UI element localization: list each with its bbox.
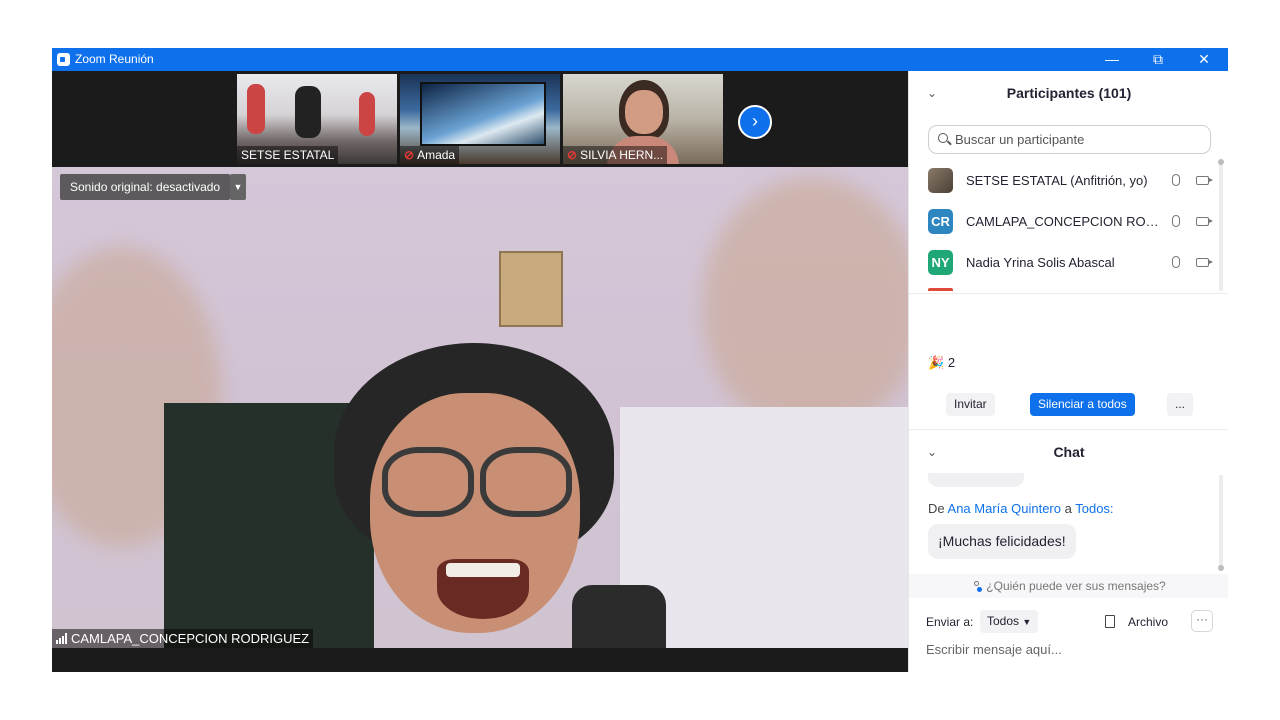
- close-button[interactable]: ✕: [1181, 48, 1227, 71]
- participants-header: ⌄ Participantes (101): [909, 73, 1228, 113]
- thumbnail-video[interactable]: ⊘ Amada: [400, 74, 560, 164]
- person-figure: [359, 92, 375, 136]
- video-camera-icon[interactable]: [1196, 216, 1213, 226]
- thumbnail-video[interactable]: ⊘ SILVIA HERN...: [563, 74, 723, 164]
- face-shape: [625, 90, 663, 134]
- chat-message-input[interactable]: Escribir mensaje aquí...: [926, 642, 1062, 657]
- close-icon: ✕: [1198, 51, 1210, 67]
- chat-more-button[interactable]: ···: [1191, 610, 1213, 632]
- avatar: [928, 288, 953, 291]
- thumbnail-strip: SETSE ESTATAL ⊘ Amada ⊘ SILVIA HERN... ›: [52, 71, 908, 167]
- chair: [572, 585, 666, 648]
- video-area: SETSE ESTATAL ⊘Amada ⊘SILVIA HERN... ›: [52, 71, 908, 672]
- sender-name[interactable]: Ana María Quintero: [948, 501, 1061, 516]
- chevron-down-icon[interactable]: ⌄: [927, 432, 937, 472]
- person-info-icon: [972, 581, 983, 592]
- previous-message-bubble: [928, 473, 1024, 487]
- thumbnail-name: ⊘ SILVIA HERN...: [563, 146, 668, 164]
- main-video: Sonido original: desactivado ▼ CAMLAPA_C…: [52, 167, 908, 648]
- window-title: Zoom Reunión: [75, 52, 154, 66]
- message-sender-line: De Ana María Quintero a Todos:: [928, 501, 1114, 516]
- file-button[interactable]: Archivo: [1128, 615, 1168, 629]
- mic-muted-icon: ⊘: [404, 148, 415, 162]
- video-camera-icon[interactable]: [1196, 257, 1213, 267]
- divider: [909, 293, 1228, 294]
- speaker-name-bar: CAMLAPA_CONCEPCION RODRIGUEZ: [52, 629, 314, 648]
- chat-header: ⌄ Chat: [909, 432, 1228, 472]
- search-icon: [938, 133, 948, 143]
- chat-title: Chat: [1053, 444, 1085, 460]
- participant-row[interactable]: NY Nadia Yrina Solis Abascal: [928, 247, 1218, 277]
- restore-icon: ⧉: [1153, 51, 1163, 67]
- divider: [909, 429, 1228, 430]
- participant-search-input[interactable]: Buscar un participante: [928, 125, 1211, 154]
- tv-screen: [420, 82, 546, 146]
- person-figure: [295, 86, 321, 138]
- participants-scrollbar[interactable]: [1218, 159, 1224, 291]
- avatar: NY: [928, 249, 953, 275]
- thumbnail-name: SETSE ESTATAL: [237, 146, 339, 164]
- avatar: CR: [928, 208, 953, 234]
- zoom-window: Zoom Reunión — ⧉ ✕ SETSE ESTATAL ⊘Amada: [52, 48, 1228, 672]
- participant-row[interactable]: CR CAMLAPA_CONCEPCION RODRI...: [928, 206, 1218, 236]
- microphone-icon[interactable]: [1172, 256, 1180, 268]
- zoom-app-icon: [57, 53, 70, 66]
- blurred-hand: [702, 177, 908, 437]
- title-bar: Zoom Reunión — ⧉ ✕: [52, 48, 1228, 71]
- send-to-label: Enviar a:: [926, 615, 974, 629]
- speaker-name: CAMLAPA_CONCEPCION RODRIGUEZ: [71, 631, 310, 646]
- avatar: [928, 167, 953, 193]
- microphone-icon[interactable]: [1172, 215, 1180, 227]
- glasses-right: [480, 447, 572, 517]
- original-sound-button[interactable]: Sonido original: desactivado: [60, 174, 231, 200]
- participants-title: Participantes (101): [1006, 85, 1132, 101]
- send-to-dropdown[interactable]: Todos ▼: [980, 610, 1039, 633]
- minimize-icon: —: [1105, 51, 1119, 67]
- chat-scrollbar[interactable]: [1218, 475, 1224, 571]
- person-figure: [247, 84, 265, 134]
- next-thumbnails-button[interactable]: ›: [738, 105, 772, 139]
- participants-more-button[interactable]: ...: [1167, 393, 1194, 416]
- signal-strength-icon: [56, 633, 67, 644]
- party-popper-icon: 🎉: [928, 355, 945, 370]
- wall-frame: [499, 251, 563, 327]
- participant-name: SETSE ESTATAL (Anfitrión, yo): [966, 172, 1148, 188]
- thumbnail-name: ⊘ Amada: [400, 146, 460, 164]
- restore-button[interactable]: ⧉: [1135, 48, 1181, 71]
- participant-row[interactable]: SETSE ESTATAL (Anfitrión, yo): [928, 165, 1218, 195]
- side-panel: ⌄ Participantes (101) Buscar un particip…: [908, 71, 1228, 672]
- invite-button[interactable]: Invitar: [946, 393, 995, 416]
- file-icon[interactable]: [1105, 615, 1115, 628]
- teeth-shape: [446, 563, 520, 577]
- thumbnail-video[interactable]: SETSE ESTATAL: [237, 74, 397, 164]
- chevron-down-icon: ▼: [1022, 617, 1032, 627]
- who-can-see-link[interactable]: ¿Quién puede ver sus mensajes?: [909, 574, 1228, 598]
- chat-message: ¡Muchas felicidades!: [928, 524, 1076, 559]
- mute-all-button[interactable]: Silenciar a todos: [1030, 393, 1135, 416]
- mic-muted-icon: ⊘: [567, 148, 578, 162]
- chevron-right-icon: ›: [752, 111, 758, 131]
- chevron-down-icon[interactable]: ⌄: [927, 73, 937, 113]
- search-placeholder: Buscar un participante: [955, 132, 1085, 147]
- participant-name: Nadia Yrina Solis Abascal: [966, 254, 1115, 270]
- participant-name: CAMLAPA_CONCEPCION RODRI...: [966, 213, 1160, 229]
- caret-down-icon: ▼: [233, 182, 243, 192]
- glasses-left: [382, 447, 474, 517]
- video-camera-icon[interactable]: [1196, 175, 1213, 185]
- reaction-count: 🎉 2: [928, 355, 956, 370]
- microphone-icon[interactable]: [1172, 174, 1180, 186]
- original-sound-dropdown[interactable]: ▼: [230, 174, 246, 200]
- minimize-button[interactable]: —: [1089, 48, 1135, 71]
- recipient-name[interactable]: Todos:: [1075, 501, 1113, 516]
